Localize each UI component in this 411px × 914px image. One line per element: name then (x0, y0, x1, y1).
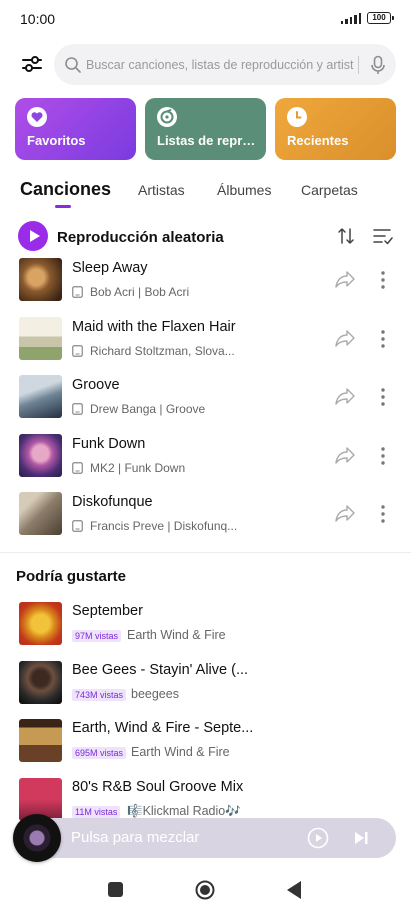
share-icon[interactable] (335, 387, 355, 405)
recommend-item[interactable]: Bee Gees - Stayin' Alive (... 743M vista… (0, 661, 411, 719)
video-thumbnail (19, 719, 62, 762)
mini-player[interactable]: Pulsa para mezclar (15, 818, 396, 858)
filter-settings-icon[interactable] (20, 52, 44, 76)
favorites-label: Favoritos (27, 133, 86, 148)
heart-icon (27, 107, 47, 127)
category-tabs: Canciones Artistas Álbumes Carpetas (0, 178, 411, 212)
shuffle-play-button[interactable] (18, 221, 48, 251)
status-bar: 10:00 100 (0, 0, 411, 38)
recommend-artist: 🎼Klickmal Radio🎶 (127, 804, 241, 818)
more-options-icon[interactable] (378, 328, 388, 350)
search-bar[interactable] (54, 44, 396, 85)
song-subtitle: Drew Banga | Groove (72, 402, 205, 416)
section-divider (0, 552, 411, 553)
device-icon (72, 520, 83, 532)
more-options-icon[interactable] (378, 386, 388, 408)
recommend-item[interactable]: September 97M vistas Earth Wind & Fire (0, 602, 411, 660)
song-subtitle: MK2 | Funk Down (72, 461, 185, 475)
mini-player-label: Pulsa para mezclar (71, 829, 200, 846)
play-circle-icon[interactable] (307, 827, 329, 849)
song-subtitle: Francis Preve | Diskofunq... (72, 519, 237, 533)
back-nav-icon[interactable] (287, 881, 301, 899)
status-icons: 100 (340, 12, 394, 24)
search-input[interactable] (86, 57, 354, 72)
system-nav-bar (0, 870, 411, 914)
video-thumbnail (19, 661, 62, 704)
share-icon[interactable] (335, 504, 355, 522)
recommend-artist: beegees (131, 687, 179, 701)
active-tab-indicator (55, 205, 71, 208)
video-thumbnail (19, 602, 62, 645)
recent-tile[interactable]: Recientes (275, 98, 396, 160)
shuffle-row: Reproducción aleatoria (0, 220, 411, 254)
share-icon[interactable] (335, 446, 355, 464)
playlists-label: Listas de reprod... (157, 133, 261, 148)
share-icon[interactable] (335, 270, 355, 288)
list-item[interactable]: Groove Drew Banga | Groove (0, 375, 411, 433)
list-item[interactable]: Sleep Away Bob Acri | Bob Acri (0, 258, 411, 316)
recommend-title: Podría gustarte (16, 568, 127, 585)
views-badge: 743M vistas (72, 689, 127, 701)
search-separator (358, 55, 359, 74)
microphone-icon[interactable] (367, 54, 389, 76)
recents-nav-icon[interactable] (108, 882, 123, 897)
multi-select-icon[interactable] (373, 227, 393, 245)
device-icon (72, 345, 83, 357)
views-badge: 11M vistas (72, 806, 121, 818)
recommend-song-title: Bee Gees - Stayin' Alive (... (72, 662, 249, 678)
more-options-icon[interactable] (378, 503, 388, 525)
list-item[interactable]: Diskofunque Francis Preve | Diskofunq... (0, 492, 411, 550)
playlists-tile[interactable]: Listas de reprod... (145, 98, 266, 160)
recommend-item[interactable]: Earth, Wind & Fire - Septe... 695M vista… (0, 719, 411, 777)
song-subtitle: Bob Acri | Bob Acri (72, 285, 189, 299)
home-nav-icon[interactable] (195, 880, 215, 900)
views-badge: 97M vistas (72, 630, 122, 642)
skip-next-icon[interactable] (353, 830, 369, 846)
recommend-artist: Earth Wind & Fire (127, 628, 226, 642)
tab-albums[interactable]: Álbumes (217, 182, 271, 198)
top-bar (0, 44, 411, 86)
song-subtitle: Richard Stoltzman, Slova... (72, 344, 235, 358)
recommend-artist: Earth Wind & Fire (131, 745, 230, 759)
tab-artists[interactable]: Artistas (138, 182, 185, 198)
list-item[interactable]: Maid with the Flaxen Hair Richard Stoltz… (0, 317, 411, 375)
device-icon (72, 462, 83, 474)
more-options-icon[interactable] (378, 445, 388, 467)
tab-songs[interactable]: Canciones (20, 179, 111, 200)
device-icon (72, 403, 83, 415)
song-title: Maid with the Flaxen Hair (72, 319, 236, 335)
signal-icon (340, 12, 361, 24)
more-options-icon[interactable] (378, 269, 388, 291)
recent-label: Recientes (287, 133, 349, 148)
song-title: Diskofunque (72, 494, 153, 510)
sort-icon[interactable] (337, 227, 355, 245)
album-art (19, 375, 62, 418)
song-title: Groove (72, 377, 120, 393)
recommend-song-title: Earth, Wind & Fire - Septe... (72, 720, 254, 736)
clock-icon (287, 107, 307, 127)
quick-tiles: Favoritos Listas de reprod... Recientes (15, 98, 396, 160)
list-item[interactable]: Funk Down MK2 | Funk Down (0, 434, 411, 492)
share-icon[interactable] (335, 329, 355, 347)
shuffle-label[interactable]: Reproducción aleatoria (57, 229, 224, 246)
search-icon (65, 56, 81, 73)
recommend-song-title: September (72, 603, 143, 619)
views-badge: 695M vistas (72, 747, 127, 759)
device-icon (72, 286, 83, 298)
album-art (19, 317, 62, 360)
album-art (19, 492, 62, 535)
song-title: Funk Down (72, 436, 146, 452)
tab-folders[interactable]: Carpetas (301, 182, 358, 198)
album-art (19, 258, 62, 301)
album-art (19, 434, 62, 477)
vinyl-disc-icon[interactable] (13, 814, 61, 862)
status-time: 10:00 (20, 11, 56, 27)
recommend-song-title: 80's R&B Soul Groove Mix (72, 779, 244, 795)
song-title: Sleep Away (72, 260, 148, 276)
playlist-disc-icon (157, 107, 177, 127)
battery-icon: 100 (367, 12, 394, 24)
favorites-tile[interactable]: Favoritos (15, 98, 136, 160)
